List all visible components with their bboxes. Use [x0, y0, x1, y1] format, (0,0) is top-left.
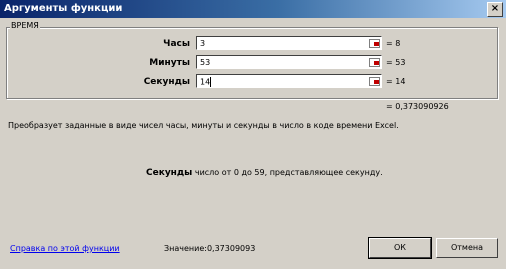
seconds-result: = 14 — [386, 77, 406, 86]
text-cursor — [210, 77, 212, 87]
cancel-button[interactable]: Отмена — [436, 238, 498, 258]
close-button[interactable]: × — [487, 2, 503, 17]
title-bar[interactable]: Аргументы функции × — [0, 0, 506, 18]
seconds-value: 14 — [200, 77, 212, 87]
minutes-result: = 53 — [386, 58, 406, 67]
minutes-input[interactable]: 53 — [196, 55, 382, 69]
function-arguments-dialog: Аргументы функции × ВРЕМЯ Часы 3 = 8 Мин… — [0, 0, 506, 269]
argument-help: Секунды число от 0 до 59, представляющее… — [146, 168, 383, 178]
arg-row-minutes: Минуты 53 = 53 — [0, 55, 506, 71]
formula-total-result: = 0,373090926 — [386, 102, 449, 111]
seconds-input[interactable]: 14 — [196, 74, 382, 88]
arg-row-hours: Часы 3 = 8 — [0, 36, 506, 52]
ok-button[interactable]: ОК — [368, 237, 432, 259]
minutes-value: 53 — [200, 58, 211, 67]
function-description: Преобразует заданные в виде чисел часы, … — [8, 121, 399, 130]
hours-input[interactable]: 3 — [196, 36, 382, 50]
close-icon: × — [490, 3, 500, 14]
argument-help-name: Секунды — [146, 168, 193, 178]
arg-label-hours: Часы — [163, 39, 190, 49]
collapse-dialog-icon[interactable] — [368, 38, 380, 48]
arg-label-minutes: Минуты — [149, 58, 190, 68]
formula-result: Значение:0,37309093 — [164, 244, 256, 253]
hours-result: = 8 — [386, 39, 401, 48]
group-title: ВРЕМЯ — [10, 21, 40, 30]
help-link[interactable]: Справка по этой функции — [10, 244, 120, 253]
argument-help-text: число от 0 до 59, представляющее секунду… — [194, 168, 383, 177]
arg-label-seconds: Секунды — [143, 77, 190, 87]
hours-value: 3 — [200, 39, 206, 48]
collapse-dialog-icon[interactable] — [368, 76, 380, 86]
dialog-title: Аргументы функции — [4, 3, 123, 14]
collapse-dialog-icon[interactable] — [368, 57, 380, 67]
arg-row-seconds: Секунды 14 = 14 — [0, 74, 506, 90]
